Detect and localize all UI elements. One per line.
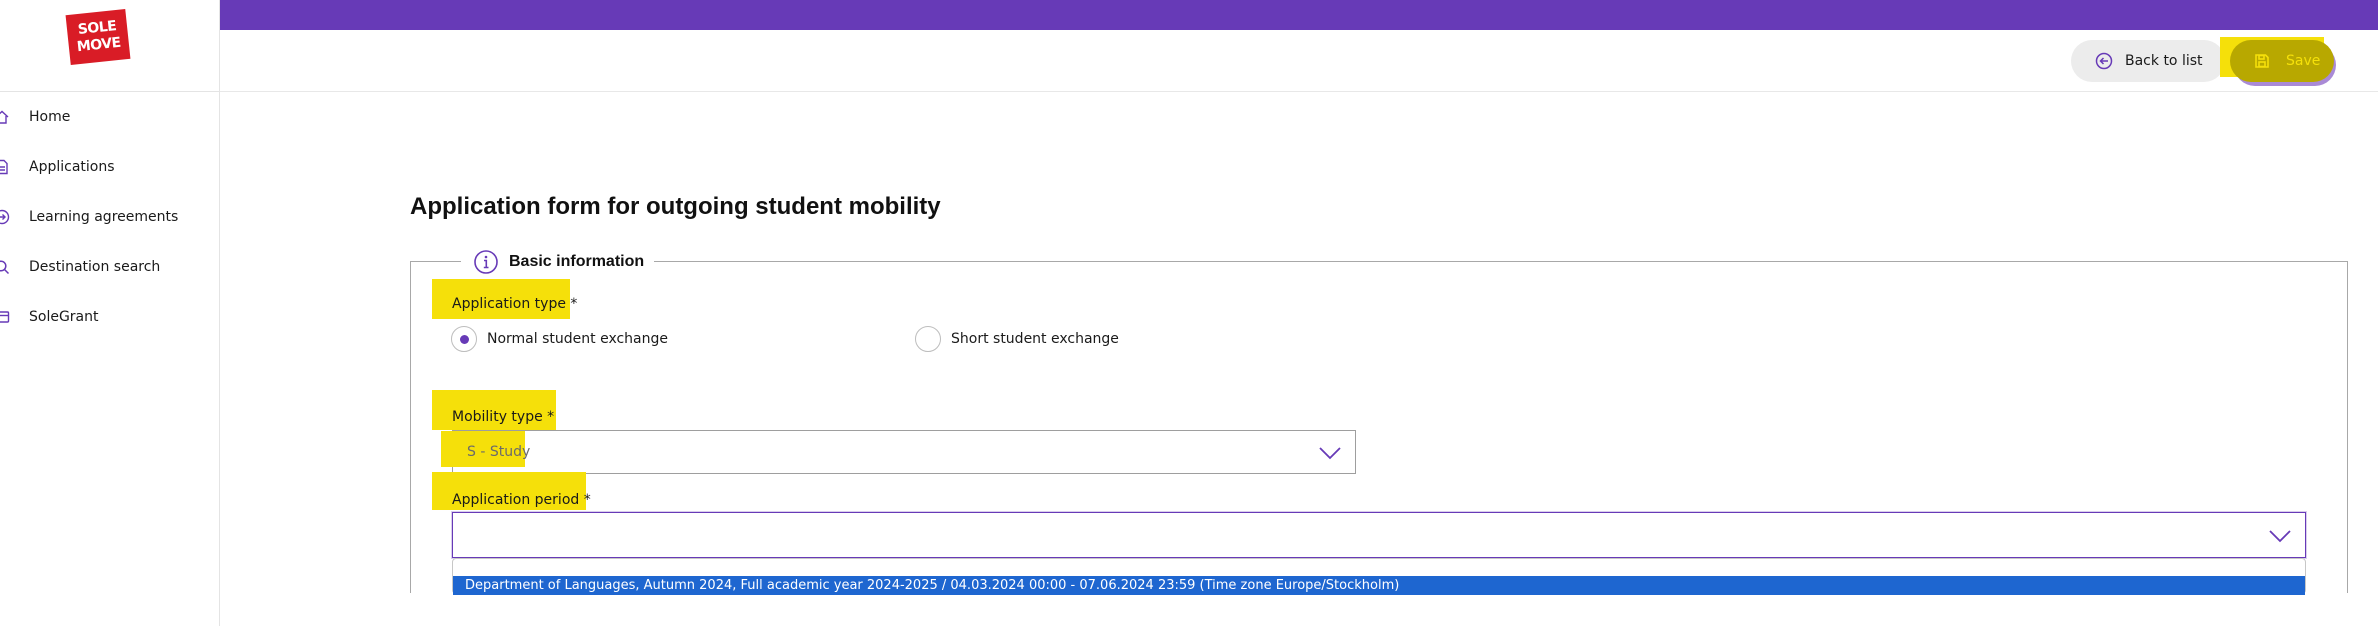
sidebar-item-label: Applications bbox=[29, 159, 115, 175]
dropdown-option[interactable]: Department of Languages, Autumn 2024, Fu… bbox=[453, 576, 2305, 595]
mobility-type-value: S - Study bbox=[467, 444, 531, 460]
floppy-disk-icon bbox=[2255, 54, 2269, 68]
sidebar-item-label: Learning agreements bbox=[29, 209, 179, 225]
sidebar-item-applications[interactable]: Applications bbox=[0, 142, 219, 192]
back-to-list-label: Back to list bbox=[2125, 53, 2203, 69]
section-legend: Basic information bbox=[461, 248, 655, 276]
radio-label: Short student exchange bbox=[951, 331, 1119, 347]
sidebar-item-label: SoleGrant bbox=[29, 309, 99, 325]
sidebar-item-destination-search[interactable]: Destination search bbox=[0, 242, 219, 292]
application-type-label: Application type * bbox=[452, 296, 578, 312]
logo-area: SOLE MOVE bbox=[0, 0, 219, 92]
sidebar-item-learning-agreements[interactable]: Learning agreements bbox=[0, 192, 219, 242]
document-icon bbox=[0, 159, 8, 175]
application-period-label: Application period * bbox=[452, 492, 591, 508]
chevron-down-icon bbox=[1319, 447, 1341, 460]
top-bar bbox=[220, 0, 2378, 30]
save-label: Save bbox=[2286, 53, 2321, 69]
mobility-type-label: Mobility type * bbox=[452, 409, 555, 425]
radio-unchecked-indicator bbox=[915, 326, 941, 352]
section-title: Basic information bbox=[509, 253, 645, 270]
search-icon bbox=[0, 260, 10, 275]
card-icon bbox=[0, 311, 10, 323]
arrow-right-circle-icon bbox=[0, 209, 10, 225]
sidebar-item-solegrant[interactable]: SoleGrant bbox=[0, 292, 219, 342]
radio-label: Normal student exchange bbox=[487, 331, 669, 347]
solemove-logo[interactable]: SOLE MOVE bbox=[65, 9, 131, 65]
radio-checked-indicator bbox=[451, 326, 477, 352]
info-icon bbox=[474, 250, 498, 274]
sidebar: SOLE MOVE Home Applications Learning agr… bbox=[0, 0, 220, 626]
save-button[interactable]: Save bbox=[2230, 40, 2334, 82]
sidebar-nav: Home Applications Learning agreements De… bbox=[0, 92, 219, 342]
back-to-list-button[interactable]: Back to list bbox=[2071, 40, 2225, 82]
sidebar-item-label: Home bbox=[29, 109, 71, 125]
arrow-left-circle-icon bbox=[2095, 52, 2113, 70]
home-icon bbox=[0, 110, 9, 124]
radio-normal-student-exchange[interactable]: Normal student exchange bbox=[451, 326, 668, 352]
application-period-dropdown: Department of Languages, Autumn 2024, Fu… bbox=[452, 558, 2306, 595]
radio-short-student-exchange[interactable]: Short student exchange bbox=[915, 326, 1119, 352]
page-title: Application form for outgoing student mo… bbox=[410, 193, 941, 220]
mobility-type-select[interactable]: S - Study bbox=[441, 430, 1356, 474]
application-period-select[interactable] bbox=[452, 512, 2306, 558]
toolbar: Back to list Save bbox=[220, 30, 2378, 92]
chevron-down-icon bbox=[2269, 530, 2291, 543]
sidebar-item-label: Destination search bbox=[29, 259, 161, 275]
sidebar-item-home[interactable]: Home bbox=[0, 92, 219, 142]
